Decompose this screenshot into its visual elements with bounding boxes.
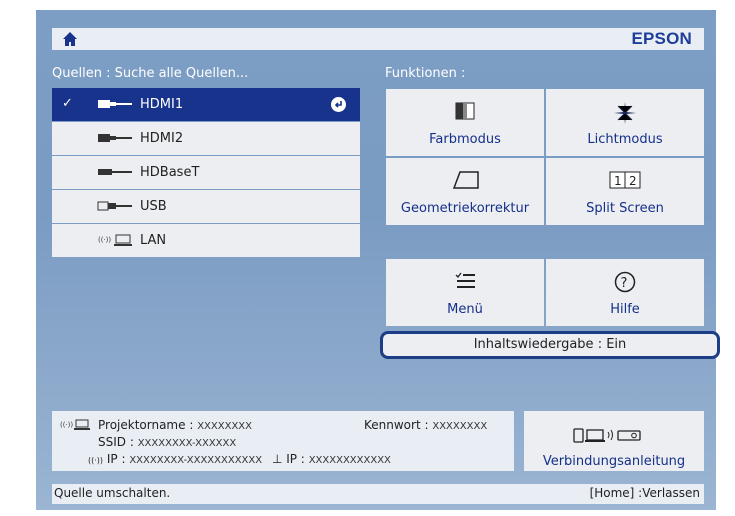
farbmodus-button[interactable]: Farbmodus xyxy=(386,89,544,156)
status-bar: Quelle umschalten. [Home] :Verlassen xyxy=(52,484,704,504)
sources-title: Quellen : Suche alle Quellen... xyxy=(52,66,249,81)
source-item-hdbaset[interactable]: HDBaseT xyxy=(52,156,360,189)
lan-icon: ((·)) xyxy=(60,419,90,430)
wired-ip-value: XXXXXXXXXXXX xyxy=(308,455,391,466)
ssid-value: XXXXXXXX-XXXXXX xyxy=(137,438,237,449)
functions-title: Funktionen : xyxy=(385,66,466,81)
wired-ip-label: IP : xyxy=(286,452,305,466)
status-hint: Quelle umschalten. xyxy=(54,486,171,500)
wireless-ip-row: ((·)) IP : XXXXXXXX-XXXXXXXXXXX ⊥ IP : X… xyxy=(88,452,391,466)
hdmi-connector-icon xyxy=(98,100,132,108)
function-label: Farbmodus xyxy=(429,132,501,147)
function-label: Menü xyxy=(447,302,483,317)
password-row: Kennwort : XXXXXXXX xyxy=(364,418,487,432)
projector-name-row: Projektorname : XXXXXXXX xyxy=(98,418,252,432)
light-mode-icon xyxy=(546,101,704,124)
source-label: HDMI1 xyxy=(140,97,184,112)
wired-lan-icon: ⊥ xyxy=(271,452,283,466)
source-label: LAN xyxy=(140,233,167,248)
menu-icon xyxy=(386,271,544,293)
source-list: ✓ HDMI1 HDMI2 HDBaseT USB ((·)) LAN xyxy=(52,88,360,258)
split-screen-icon: 12 xyxy=(546,170,704,192)
top-bar: EPSON xyxy=(52,28,704,50)
exit-hint: [Home] :Verlassen xyxy=(589,486,700,500)
svg-text:((·)): ((·)) xyxy=(98,236,111,244)
function-label: Geometriekorrektur xyxy=(400,201,530,216)
function-label: Hilfe xyxy=(610,302,640,317)
source-label: HDMI2 xyxy=(140,131,184,146)
hdbaset-connector-icon xyxy=(98,169,132,175)
content-playback-toggle[interactable]: Inhaltswiedergabe : Ein xyxy=(380,331,720,359)
geometry-correction-icon xyxy=(386,170,544,192)
enter-icon xyxy=(331,97,346,112)
svg-text:1: 1 xyxy=(614,174,622,188)
connection-guide-icon xyxy=(573,428,641,443)
wireless-ip-label: IP : xyxy=(106,452,126,466)
usb-connector-icon xyxy=(97,201,132,211)
lan-icon: ((·)) xyxy=(98,234,132,246)
source-item-hdmi1[interactable]: ✓ HDMI1 xyxy=(52,88,360,121)
hilfe-button[interactable]: ? Hilfe xyxy=(546,259,704,326)
menu-button[interactable]: Menü xyxy=(386,259,544,326)
projector-name-label: Projektorname : xyxy=(98,418,194,432)
projector-home-screen: EPSON Quellen : Suche alle Quellen... Fu… xyxy=(0,0,735,516)
ssid-label: SSID : xyxy=(98,435,134,449)
geometriekorrektur-button[interactable]: Geometriekorrektur xyxy=(386,158,544,225)
source-label: HDBaseT xyxy=(140,165,200,180)
projector-name-value: XXXXXXXX xyxy=(197,421,253,432)
password-label: Kennwort : xyxy=(364,418,429,432)
wireless-ip-value: XXXXXXXX-XXXXXXXXXXX xyxy=(129,455,263,466)
source-item-hdmi2[interactable]: HDMI2 xyxy=(52,122,360,155)
lichtmodus-button[interactable]: Lichtmodus xyxy=(546,89,704,156)
function-label: Split Screen xyxy=(586,201,664,216)
password-value: XXXXXXXX xyxy=(432,421,488,432)
svg-text:?: ? xyxy=(621,276,628,291)
hdmi-connector-icon xyxy=(98,134,132,142)
connection-guide-label: Verbindungsanleitung xyxy=(542,454,686,469)
function-label: Lichtmodus xyxy=(587,132,663,147)
source-item-usb[interactable]: USB xyxy=(52,190,360,223)
color-mode-icon xyxy=(386,101,544,123)
svg-text:((·)): ((·)) xyxy=(60,421,73,429)
svg-text:2: 2 xyxy=(629,174,637,188)
network-info-panel: ((·)) Projektorname : XXXXXXXX Kennwort … xyxy=(52,411,514,471)
brand-logo: EPSON xyxy=(631,29,692,48)
wireless-icon: ((·)) xyxy=(88,456,104,465)
checkmark-icon: ✓ xyxy=(62,96,73,111)
connection-guide-button[interactable]: Verbindungsanleitung xyxy=(524,411,704,471)
source-label: USB xyxy=(140,199,167,214)
home-icon[interactable] xyxy=(62,31,78,47)
ssid-row: SSID : XXXXXXXX-XXXXXX xyxy=(98,435,236,449)
split-screen-button[interactable]: 12 Split Screen xyxy=(546,158,704,225)
help-icon: ? xyxy=(546,271,704,293)
source-item-lan[interactable]: ((·)) LAN xyxy=(52,224,360,257)
